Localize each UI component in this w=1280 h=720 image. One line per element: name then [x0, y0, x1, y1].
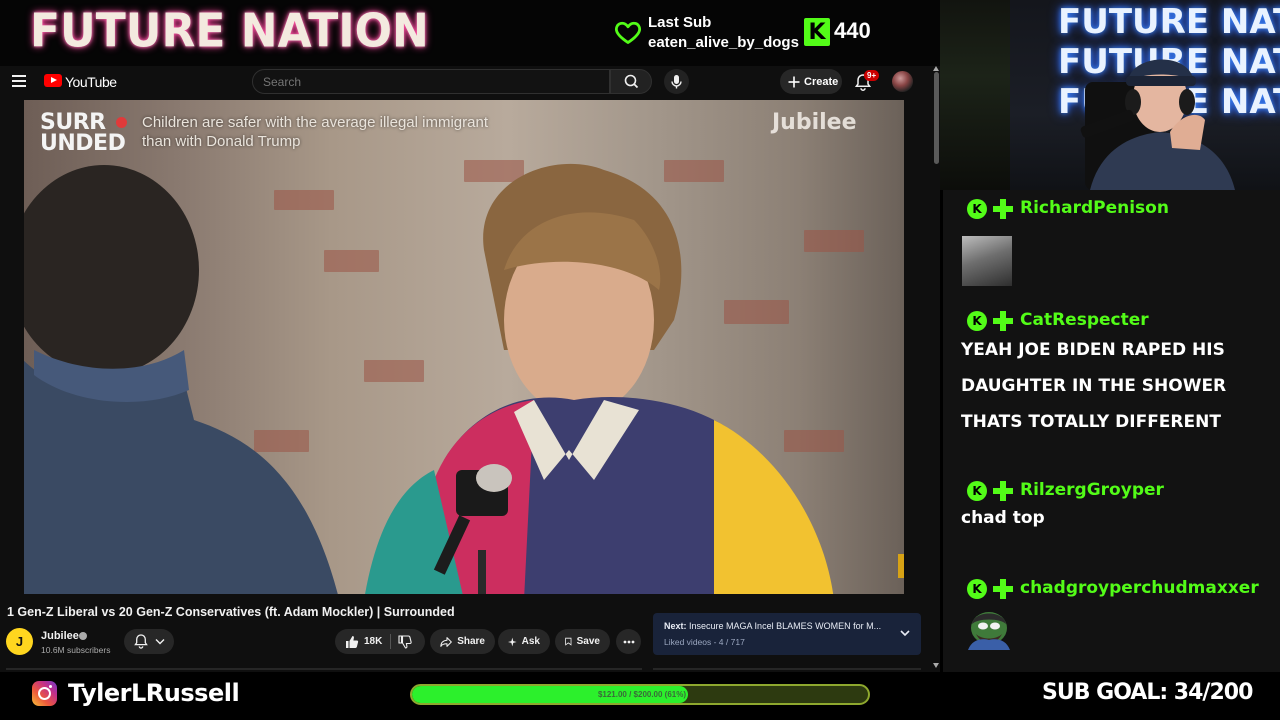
jubilee-watermark: Jubilee [772, 110, 857, 135]
last-sub-name: eaten_alive_by_dogs [648, 34, 799, 51]
chat-text-line: YEAH JOE BIDEN RAPED HIS [961, 340, 1225, 360]
chat-username[interactable]: CatRespecter [1020, 310, 1149, 330]
chat-badges: K [967, 198, 1017, 220]
chat-text-line: DAUGHTER IN THE SHOWER [961, 376, 1227, 396]
menu-icon[interactable] [12, 75, 26, 87]
ask-label: Ask [521, 636, 540, 647]
channel-name[interactable]: Jubilee [41, 630, 79, 642]
scroll-up-arrow-icon[interactable] [933, 66, 939, 71]
chevron-down-icon[interactable] [899, 627, 911, 639]
thumbs-up-icon [346, 635, 359, 648]
heart-icon [614, 21, 642, 44]
chat-badges: K [967, 578, 1017, 600]
pepe-emote-icon [968, 612, 1010, 650]
channel-avatar[interactable]: J [6, 628, 33, 655]
surrounded-logo-dot [116, 117, 127, 128]
search-button[interactable] [610, 69, 652, 94]
playlist-position: Liked videos - 4 / 717 [664, 637, 745, 647]
share-label: Share [457, 636, 485, 647]
mic-icon [671, 75, 682, 89]
share-icon [440, 636, 452, 647]
youtube-logo-icon[interactable] [44, 74, 62, 87]
video-title: 1 Gen-Z Liberal vs 20 Gen-Z Conservative… [7, 605, 455, 619]
chat-message: K CatRespecter YEAH JOE BIDEN RAPED HIS … [943, 310, 1280, 450]
more-icon [623, 640, 634, 643]
chat-username[interactable]: RilzergGroyper [1020, 480, 1164, 500]
channel-corner-badge[interactable]: J [898, 554, 904, 578]
like-count: 18K [364, 636, 383, 647]
overlay-top-bar: FUTURE NATION Last Sub eaten_alive_by_do… [0, 0, 940, 66]
kick-badge-icon: K [967, 311, 987, 331]
chat-text: chad top [961, 508, 1045, 528]
last-sub-title: Last Sub [648, 14, 712, 31]
chat-message: K chadgroyperchudmaxxer [943, 578, 1280, 668]
youtube-header: YouTube Create 9+ [0, 66, 940, 98]
instagram-icon [32, 681, 57, 706]
sub-badge-icon [993, 199, 1013, 219]
chat-badges: K [967, 480, 1017, 502]
chat-username[interactable]: chadgroyperchudmaxxer [1020, 578, 1259, 598]
youtube-window: YouTube Create 9+ [0, 66, 940, 672]
ask-button[interactable]: Ask [498, 629, 550, 654]
notification-bell-button[interactable] [124, 629, 174, 654]
next-video-title: Next: Insecure MAGA Incel BLAMES WOMEN f… [664, 621, 882, 631]
search-input[interactable] [252, 69, 610, 94]
surrounded-logo: SURR UNDED [40, 110, 126, 156]
sparkle-icon [508, 637, 517, 646]
chat-text-line: THATS TOTALLY DIFFERENT [961, 412, 1221, 432]
save-button[interactable]: Save [555, 629, 610, 654]
webcam-feed: FUTURE NATION FUTURE NATION FUTURE NATIO… [940, 0, 1280, 190]
kick-logo-icon: K [804, 18, 830, 46]
gigachad-emote-icon [962, 236, 1012, 286]
donation-goal-bar: $121.00 / $200.00 (61%) [410, 684, 870, 705]
like-divider [390, 634, 391, 649]
scroll-down-arrow-icon[interactable] [933, 663, 939, 668]
save-label: Save [576, 636, 600, 647]
chat-panel: K RichardPenison K CatRespecter YEAH JOE… [943, 190, 1280, 672]
instagram-handle: TylerLRussell [68, 679, 240, 707]
account-avatar[interactable] [892, 71, 913, 92]
create-label: Create [804, 75, 839, 88]
video-player[interactable]: SURR UNDED Children are safer with the a… [24, 100, 904, 594]
divider [6, 668, 642, 670]
chat-username[interactable]: RichardPenison [1020, 198, 1169, 218]
microphone-prop [433, 464, 512, 594]
plant-decor [940, 0, 1010, 190]
overlay-bottom-bar: TylerLRussell $121.00 / $200.00 (61%) SU… [0, 672, 1280, 720]
bookmark-icon [565, 637, 572, 646]
verified-icon [79, 632, 87, 640]
more-actions-button[interactable] [616, 629, 641, 654]
subscriber-count: 10.6M subscribers [41, 645, 111, 655]
sub-goal-counter: SUB GOAL: 34/200 [1042, 680, 1253, 705]
scrollbar-thumb[interactable] [934, 72, 939, 164]
person-back-view [24, 165, 338, 594]
last-sub-widget: Last Sub eaten_alive_by_dogs [614, 12, 804, 56]
sub-badge-icon [993, 579, 1013, 599]
next-video-card[interactable]: Next: Insecure MAGA Incel BLAMES WOMEN f… [653, 613, 921, 655]
share-button[interactable]: Share [430, 629, 495, 654]
viewer-count: 440 [834, 18, 871, 43]
topic-statement: Children are safer with the average ille… [142, 114, 488, 150]
sub-badge-icon [993, 311, 1013, 331]
create-button[interactable]: Create [780, 69, 842, 94]
chat-badges: K [967, 310, 1017, 332]
divider [653, 668, 921, 670]
youtube-brand[interactable]: YouTube [65, 74, 117, 90]
kick-badge-icon: K [967, 481, 987, 501]
bell-icon [134, 634, 165, 649]
kick-badge-icon: K [967, 579, 987, 599]
plus-icon [788, 76, 800, 87]
future-nation-logo: FUTURE NATION [30, 4, 429, 59]
sub-badge-icon [993, 481, 1013, 501]
notification-badge: 9+ [864, 70, 880, 81]
voice-search-button[interactable] [664, 69, 689, 94]
page-scrollbar[interactable] [932, 66, 940, 672]
kick-badge-icon: K [967, 199, 987, 219]
streamer [1080, 59, 1235, 190]
chat-message: K RichardPenison [943, 198, 1280, 298]
chat-message: K RilzergGroyper chad top [943, 480, 1280, 540]
search-icon [624, 74, 639, 89]
thumbs-down-icon[interactable] [398, 635, 412, 649]
donation-goal-text: $121.00 / $200.00 (61%) [597, 690, 687, 699]
